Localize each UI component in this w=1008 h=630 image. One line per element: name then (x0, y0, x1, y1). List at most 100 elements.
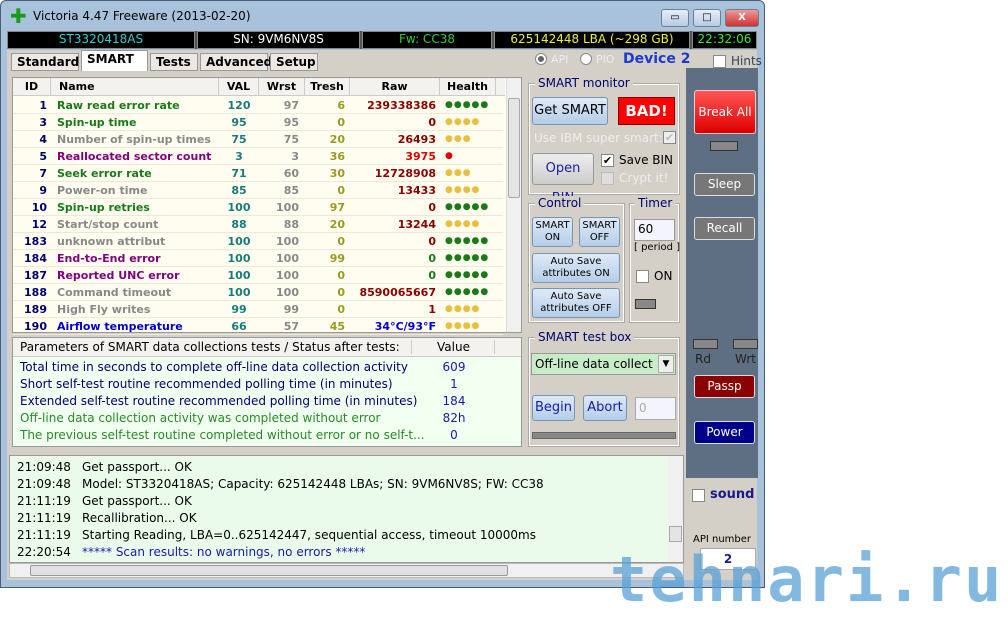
cell-id: 5 (39, 150, 47, 163)
ibm-smart-label: Use IBM super smart: (534, 131, 663, 145)
timer-period-input[interactable]: 60 (634, 219, 675, 241)
table-row[interactable]: 184 End-to-End error 100 100 99 0 ●●●●● (13, 250, 503, 267)
sound-checkbox[interactable] (692, 489, 705, 502)
log-horizontal-scrollbar[interactable] (9, 563, 684, 578)
cell-wrst: 57 (283, 320, 299, 333)
param-label: Extended self-test routine recommended p… (20, 394, 418, 408)
cell-tresh: 0 (337, 116, 345, 129)
tab-setup[interactable]: Setup (270, 53, 318, 71)
table-row[interactable]: 1 Raw read error rate 120 97 6 239338386 ●●●●● (13, 97, 503, 114)
cell-tresh: 0 (337, 286, 345, 299)
table-row[interactable]: 4 Number of spin-up times 75 75 20 26493 ●●● (13, 131, 503, 148)
table-row[interactable]: 188 Command timeout 100 100 0 8590065667 ●●●●● (13, 284, 503, 301)
col-raw[interactable]: Raw (350, 78, 440, 95)
cell-val: 66 (231, 320, 247, 333)
col-health[interactable]: Health (440, 78, 496, 95)
power-button[interactable]: Power (694, 421, 755, 444)
table-row[interactable]: 187 Reported UNC error 100 100 0 0 ●●●●● (13, 267, 503, 284)
col-tresh[interactable]: Tresh (305, 78, 350, 95)
table-row[interactable]: 5 Reallocated sector count 3 3 36 3975 ● (13, 148, 503, 165)
recall-button[interactable]: Recall (694, 217, 755, 240)
cell-wrst: 60 (283, 167, 299, 180)
cell-tresh: 0 (337, 235, 345, 248)
cell-raw: 8590065667 (359, 286, 436, 299)
tab-advanced[interactable]: Advanced (200, 53, 272, 71)
cell-val: 3 (235, 150, 243, 163)
cell-name: Command timeout (57, 286, 172, 299)
abort-button[interactable]: Abort (583, 395, 627, 421)
smart-off-button[interactable]: SMART OFF (579, 217, 620, 247)
cell-wrst: 100 (276, 235, 299, 248)
close-button[interactable]: X (725, 9, 759, 27)
ibm-smart-checkbox[interactable]: ✔ (663, 131, 676, 144)
auto-save-off-button[interactable]: Auto Save attributes OFF (532, 288, 620, 318)
pio-radio[interactable] (580, 53, 592, 65)
table-row[interactable]: 10 Spin-up retries 100 100 97 0 ●●●●● (13, 199, 503, 216)
hints-checkbox[interactable] (713, 55, 726, 68)
cell-id: 190 (24, 320, 47, 333)
cell-health: ●●●● (445, 117, 481, 127)
param-label: Off-line data collection activity was co… (20, 411, 381, 425)
col-wrst[interactable]: Wrst (259, 78, 305, 95)
break-all-button[interactable]: Break All (694, 90, 756, 134)
cell-raw: 12728908 (374, 167, 436, 180)
passport-button[interactable]: Passp (694, 375, 755, 398)
cell-health: ●●●●● (445, 287, 490, 297)
table-row[interactable]: 7 Seek error rate 71 60 30 12728908 ●●● (13, 165, 503, 182)
maximize-button[interactable]: □ (693, 9, 721, 27)
auto-save-on-button[interactable]: Auto Save attributes ON (532, 253, 620, 283)
col-name[interactable]: Name (51, 78, 219, 95)
table-row[interactable]: 190 Airflow temperature 66 57 45 34°C/93°F ●●●… (13, 318, 503, 335)
get-smart-button[interactable]: Get SMART (532, 97, 608, 125)
col-id[interactable]: ID (13, 78, 51, 95)
table-row[interactable]: 3 Spin-up time 95 95 0 0 ●●●● (13, 114, 503, 131)
test-type-select[interactable]: Off-line data collect ▼ (531, 353, 676, 375)
begin-button[interactable]: Begin (532, 395, 575, 421)
param-value: 82h (442, 411, 466, 425)
cell-id: 184 (24, 252, 47, 265)
log-message: Starting Reading, LBA=0..625142447, sequ… (82, 528, 536, 542)
cell-name: Airflow temperature (57, 320, 183, 333)
timer-on-checkbox[interactable] (636, 270, 649, 283)
log-message: Get passport... OK (82, 494, 192, 508)
table-scrollbar[interactable] (506, 78, 521, 332)
cell-health: ●●●●● (445, 202, 490, 212)
cell-name: High Fly writes (57, 303, 151, 316)
cell-tresh: 30 (329, 167, 345, 180)
app-cross-icon: ✚ (10, 4, 27, 28)
log-time: 21:11:19 (17, 528, 71, 542)
minimize-button[interactable]: ▭ (661, 9, 689, 27)
cell-wrst: 88 (283, 218, 299, 231)
tab-smart[interactable]: SMART (81, 50, 148, 71)
cell-tresh: 0 (337, 269, 345, 282)
cell-wrst: 99 (283, 303, 299, 316)
cell-wrst: 100 (276, 286, 299, 299)
chevron-down-icon[interactable]: ▼ (658, 355, 674, 373)
cell-wrst: 100 (276, 269, 299, 282)
cell-id: 189 (24, 303, 47, 316)
tab-standard[interactable]: Standard (11, 53, 79, 71)
smart-on-button[interactable]: SMART ON (532, 217, 573, 247)
table-row[interactable]: 183 unknown attribut 100 100 0 0 ●●●●● (13, 233, 503, 250)
table-row[interactable]: 12 Start/stop count 88 88 20 13244 ●●●● (13, 216, 503, 233)
crypt-checkbox[interactable] (601, 172, 614, 185)
drive-firmware: Fw: CC38 (362, 31, 492, 49)
param-label: Short self-test routine recommended poll… (20, 377, 393, 391)
table-row[interactable]: 189 High Fly writes 99 99 0 1 ●●●● (13, 301, 503, 318)
table-row[interactable]: 9 Power-on time 85 85 0 13433 ●●●● (13, 182, 503, 199)
test-progress-field: 0 (635, 397, 676, 420)
tab-tests[interactable]: Tests (150, 53, 198, 71)
cell-wrst: 100 (276, 201, 299, 214)
cell-raw: 1 (428, 303, 436, 316)
cell-raw: 3975 (405, 150, 436, 163)
param-value: 184 (442, 394, 466, 408)
smart-status-badge: BAD! (618, 97, 675, 125)
open-bin-button[interactable]: Open BIN (532, 153, 594, 206)
wrt-indicator (733, 339, 758, 349)
sleep-button[interactable]: Sleep (694, 173, 755, 196)
col-val[interactable]: VAL (219, 78, 259, 95)
api-radio[interactable] (535, 53, 547, 65)
cell-wrst: 75 (283, 133, 299, 146)
save-bin-checkbox[interactable]: ✔ (601, 154, 614, 167)
wrt-label: Wrt (735, 352, 756, 366)
